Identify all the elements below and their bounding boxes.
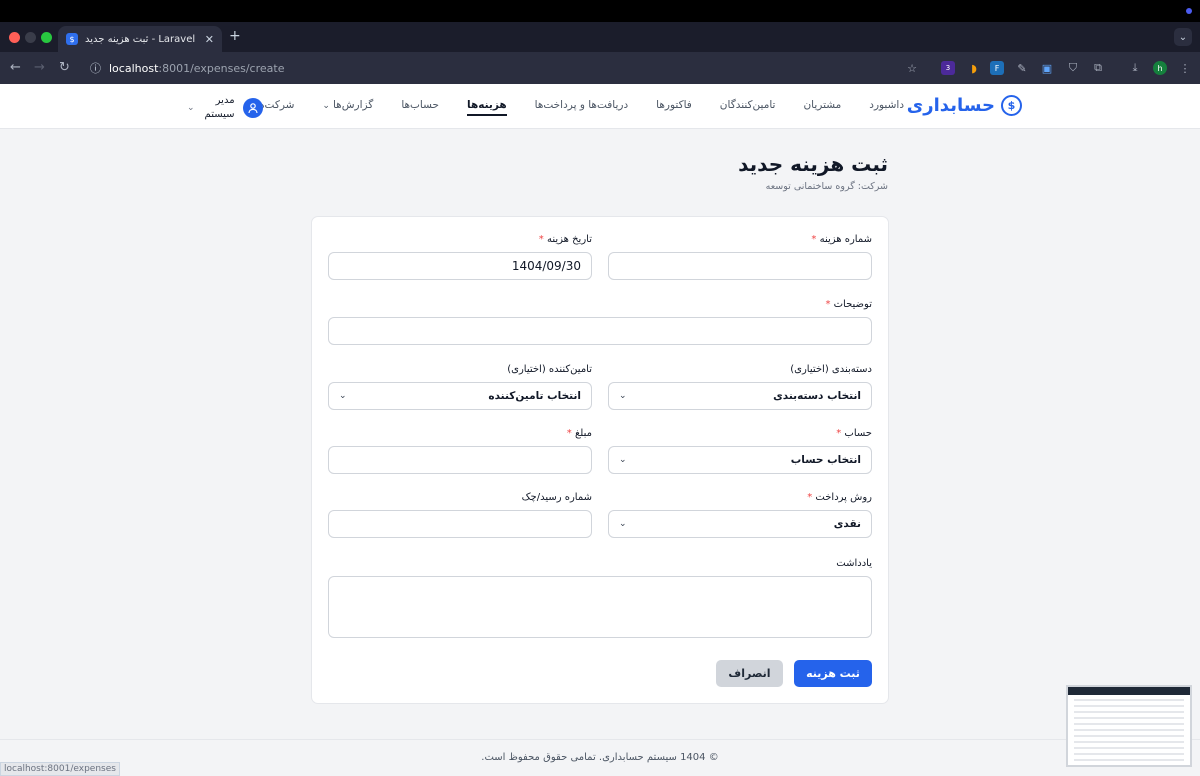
- category-selected: انتخاب دسته‌بندی: [773, 390, 861, 402]
- close-window-button[interactable]: [9, 32, 20, 43]
- url-path: :8001/expenses/create: [158, 61, 285, 75]
- nav-suppliers[interactable]: تامین‌کنندگان: [720, 99, 776, 111]
- favicon-icon: $: [66, 33, 78, 45]
- account-selected: انتخاب حساب: [790, 454, 861, 466]
- brand[interactable]: $ حسابداری: [907, 95, 1022, 116]
- amount-label: مبلغ *: [566, 428, 592, 439]
- browser-tab-bar: $ Laravel - ثبت هزینه جدید ✕: [0, 22, 1200, 52]
- brand-name: حسابداری: [906, 95, 995, 116]
- address-bar-area: ← → ↻ ⓘ localhost:8001/expenses/create ☆…: [0, 52, 1200, 84]
- chevron-down-icon: ⌄: [619, 391, 627, 401]
- nav-reports-label: گزارش‌ها: [332, 99, 374, 111]
- back-icon[interactable]: ←: [10, 60, 21, 75]
- nav-invoices[interactable]: فاکتورها: [656, 99, 692, 111]
- user-name-line1: مدیر: [215, 95, 235, 106]
- tab-search-icon[interactable]: ⌄: [1174, 28, 1192, 46]
- extension-moon-icon[interactable]: ◗: [967, 61, 981, 75]
- expense-date-label: تاریخ هزینه *: [538, 234, 592, 245]
- nav-dashboard[interactable]: داشبورد: [869, 99, 904, 111]
- chevron-down-icon: ⌄: [619, 519, 627, 529]
- payment-method-label: روش پرداخت *: [807, 492, 872, 503]
- reload-icon[interactable]: ↻: [59, 60, 70, 75]
- chevron-down-icon: ⌄: [339, 391, 347, 401]
- maximize-window-button[interactable]: [41, 32, 52, 43]
- payment-method-select[interactable]: نقدی ⌄: [608, 510, 872, 538]
- notification-dot: [1186, 8, 1192, 14]
- user-name: مدیر سیستم: [203, 94, 235, 122]
- status-bar-url: localhost:8001/expenses: [0, 762, 120, 776]
- user-name-line2: سیستم: [204, 109, 235, 120]
- os-top-strip: [0, 0, 1200, 22]
- footer-copyright: © 1404 سیستم حسابداری. تمامی حقوق محفوظ …: [481, 752, 719, 763]
- account-label: حساب *: [836, 428, 872, 439]
- extension-shield-icon[interactable]: ⛉: [1066, 61, 1080, 75]
- app-navbar: $ حسابداری داشبورد مشتریان تامین‌کنندگان…: [0, 84, 1200, 129]
- expense-number-input[interactable]: [608, 252, 872, 280]
- supplier-label: تامین‌کننده (اختیاری): [507, 364, 592, 375]
- note-label: یادداشت: [836, 558, 872, 569]
- supplier-select[interactable]: انتخاب تامین‌کننده ⌄: [328, 382, 592, 410]
- note-textarea[interactable]: [328, 576, 872, 638]
- extension-fi-icon[interactable]: F: [990, 61, 1004, 75]
- main-nav: داشبورد مشتریان تامین‌کنندگان فاکتورها د…: [256, 99, 904, 116]
- browser-menu-icon[interactable]: ⋮: [1178, 61, 1192, 75]
- submit-expense-button[interactable]: ثبت هزینه: [794, 660, 872, 687]
- user-menu[interactable]: ⌄ مدیر سیستم: [187, 94, 263, 122]
- account-select[interactable]: انتخاب حساب ⌄: [608, 446, 872, 474]
- site-info-icon[interactable]: ⓘ: [90, 60, 101, 76]
- extension-badge-icon[interactable]: 3: [941, 61, 955, 75]
- nav-receipts-payments[interactable]: دریافت‌ها و پرداخت‌ها: [535, 99, 629, 111]
- page-title: ثبت هزینه جدید: [738, 152, 888, 176]
- dollar-circle-icon: $: [1001, 95, 1022, 116]
- payment-method-selected: نقدی: [833, 518, 861, 530]
- nav-customers[interactable]: مشتریان: [803, 99, 841, 111]
- extension-camera-icon[interactable]: ▣: [1040, 61, 1054, 75]
- amount-input[interactable]: [328, 446, 592, 474]
- extension-pen-icon[interactable]: ✎: [1015, 61, 1029, 75]
- picture-in-picture-preview[interactable]: [1066, 685, 1192, 767]
- tab-title: Laravel - ثبت هزینه جدید: [85, 33, 196, 45]
- new-tab-icon[interactable]: +: [229, 28, 241, 44]
- description-input[interactable]: [328, 317, 872, 345]
- description-label: توضیحات *: [825, 299, 872, 310]
- minimize-window-button[interactable]: [25, 32, 36, 43]
- nav-expenses[interactable]: هزینه‌ها: [467, 99, 507, 116]
- company-label: شرکت: گروه ساختمانی توسعه: [765, 181, 888, 192]
- url-field[interactable]: ⓘ localhost:8001/expenses/create: [90, 60, 284, 76]
- nav-accounts[interactable]: حساب‌ها: [401, 99, 439, 111]
- receipt-number-input[interactable]: [328, 510, 592, 538]
- browser-tab[interactable]: $ Laravel - ثبت هزینه جدید ✕: [58, 26, 222, 52]
- profile-avatar[interactable]: h: [1153, 61, 1167, 75]
- expense-form-card: شماره هزینه * تاریخ هزینه * 1404/09/30 ت…: [311, 216, 889, 704]
- close-tab-icon[interactable]: ✕: [205, 33, 214, 46]
- chevron-down-icon: ⌄: [619, 455, 627, 465]
- page-footer: © 1404 سیستم حسابداری. تمامی حقوق محفوظ …: [0, 739, 1200, 776]
- category-select[interactable]: انتخاب دسته‌بندی ⌄: [608, 382, 872, 410]
- chevron-down-icon: ⌄: [322, 101, 330, 111]
- bookmark-star-icon[interactable]: ☆: [905, 61, 919, 75]
- receipt-number-label: شماره رسید/چک: [521, 492, 592, 503]
- nav-reports[interactable]: گزارش‌ها⌄: [322, 99, 373, 111]
- expense-date-input[interactable]: 1404/09/30: [328, 252, 592, 280]
- cancel-button[interactable]: انصراف: [716, 660, 783, 687]
- chevron-down-icon: ⌄: [187, 103, 195, 113]
- download-icon[interactable]: ⤓: [1128, 61, 1142, 75]
- expense-number-label: شماره هزینه *: [811, 234, 872, 245]
- extensions-puzzle-icon[interactable]: ⧉: [1091, 61, 1105, 75]
- user-icon: [242, 98, 263, 118]
- supplier-selected: انتخاب تامین‌کننده: [488, 390, 581, 402]
- forward-icon[interactable]: →: [34, 60, 45, 75]
- url-host: localhost: [109, 61, 159, 75]
- expense-date-value: 1404/09/30: [511, 259, 581, 273]
- category-label: دسته‌بندی (اختیاری): [790, 364, 872, 375]
